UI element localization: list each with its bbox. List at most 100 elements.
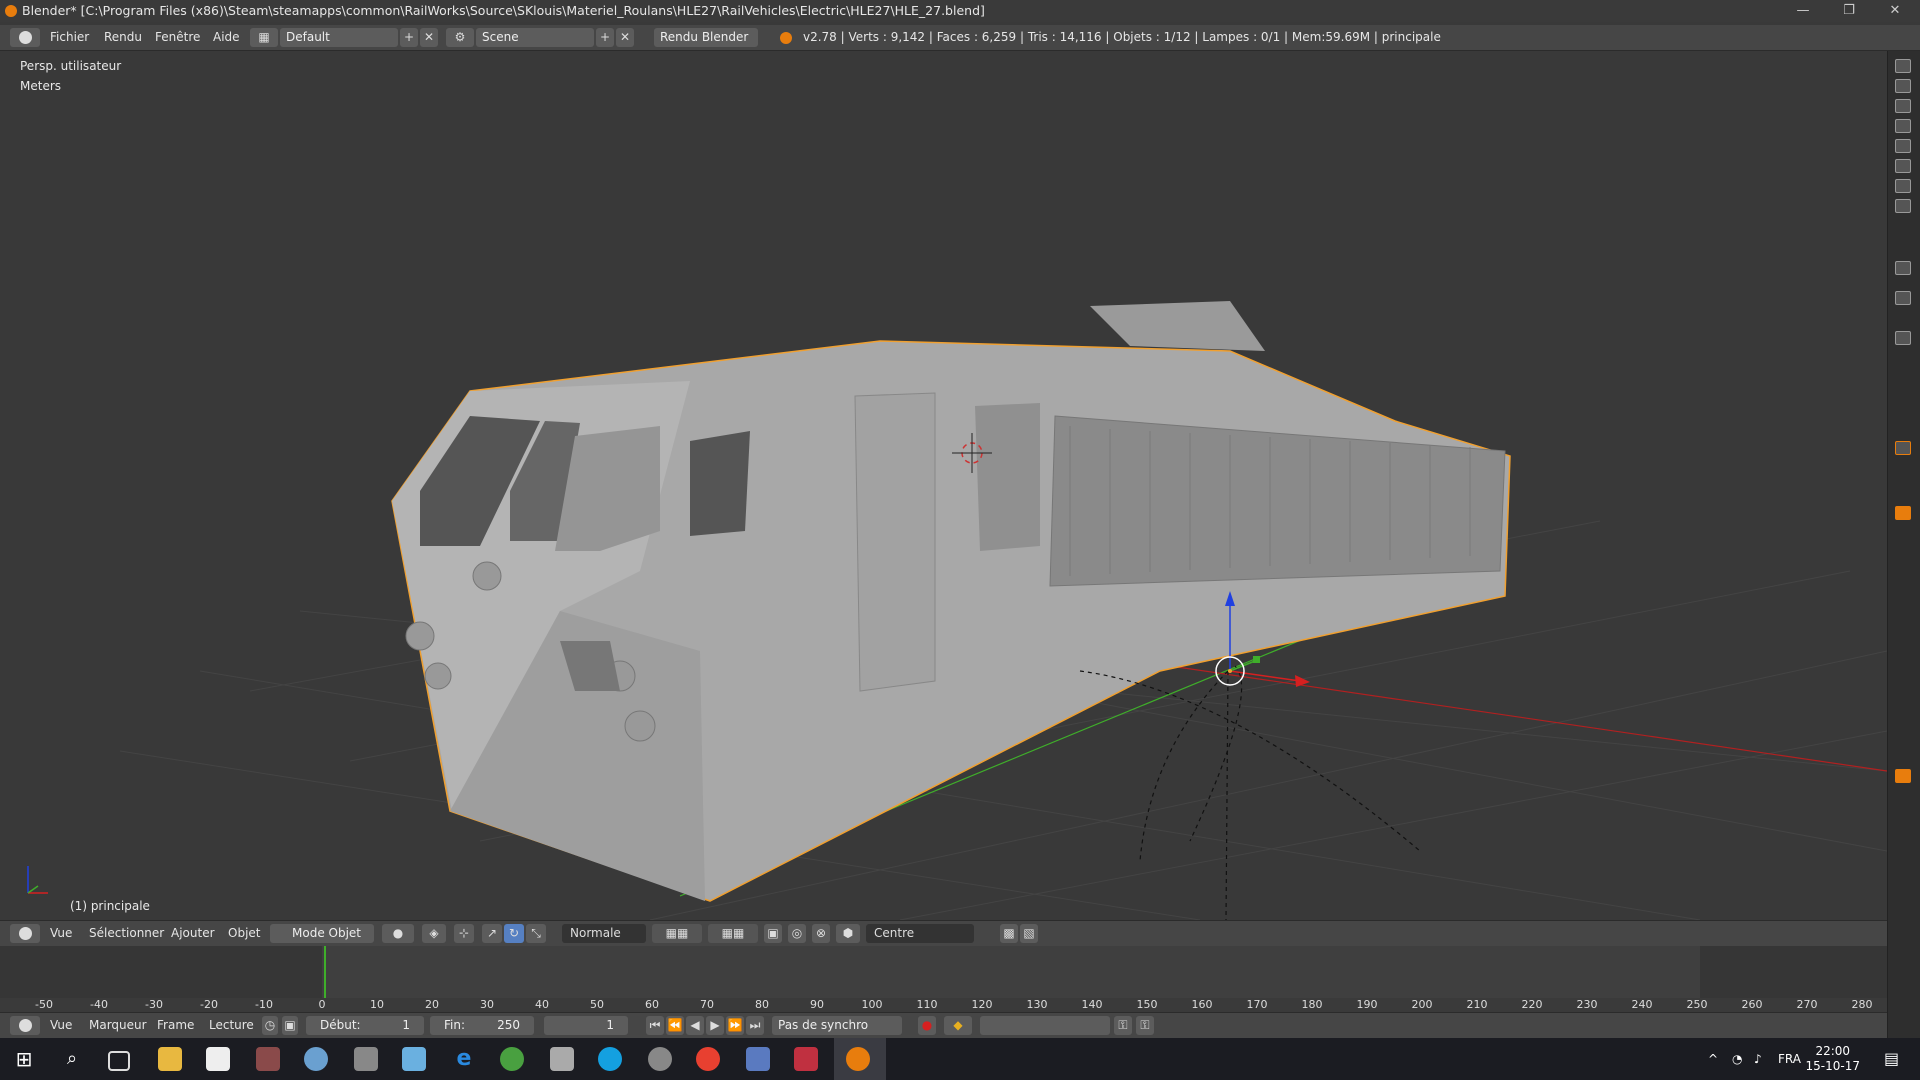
layout-selector[interactable]: Default <box>280 28 398 47</box>
outliner-item-icon[interactable] <box>1895 199 1911 213</box>
outliner-item-icon[interactable] <box>1895 79 1911 93</box>
timeline-area[interactable] <box>0 946 1887 998</box>
system-clock[interactable]: 22:00 15-10-17 <box>1806 1044 1860 1074</box>
end-frame-field[interactable]: Fin: 250 <box>430 1016 534 1035</box>
skype-icon[interactable] <box>598 1047 622 1071</box>
scale-icon[interactable]: ⤡ <box>526 924 546 943</box>
remove-layout-button[interactable]: ✕ <box>420 28 438 47</box>
screen-layout-icon[interactable]: ▦ <box>250 28 278 47</box>
snap-element-icon[interactable]: ⬢ <box>836 924 860 943</box>
menu-rendu[interactable]: Rendu <box>104 25 142 50</box>
play-reverse-icon[interactable]: ◀ <box>686 1016 704 1035</box>
jump-start-icon[interactable]: ⏮ <box>646 1016 664 1035</box>
menu-frame[interactable]: Frame <box>157 1013 194 1038</box>
proportional-edit-icon[interactable]: ◎ <box>788 924 806 943</box>
pin-icon[interactable] <box>1895 291 1911 305</box>
app-icon[interactable] <box>402 1047 426 1071</box>
outliner-item-icon[interactable] <box>1895 139 1911 153</box>
app-icon[interactable] <box>794 1047 818 1071</box>
manipulator-toggle[interactable]: ⊹ <box>454 924 474 943</box>
scene-icon[interactable]: ⚙ <box>446 28 474 47</box>
start-windows-icon[interactable]: ⊞ <box>12 1047 36 1071</box>
outliner-item-icon[interactable] <box>1895 119 1911 133</box>
snap-toggle-icon[interactable]: ⊗ <box>812 924 830 943</box>
steam-icon[interactable] <box>648 1047 672 1071</box>
language-indicator[interactable]: FRA <box>1778 1038 1801 1080</box>
transform-orientation-selector[interactable]: Normale <box>562 924 646 943</box>
menu-objet[interactable]: Objet <box>228 921 260 946</box>
properties-tab-icon[interactable] <box>1895 331 1911 345</box>
render-opengl-icon[interactable]: ▩ <box>1000 924 1018 943</box>
editor-type-button[interactable] <box>10 1016 40 1035</box>
editor-type-button[interactable] <box>10 924 40 943</box>
mode-selector[interactable]: Mode Objet <box>270 924 374 943</box>
outliner-item-icon[interactable] <box>1895 159 1911 173</box>
add-scene-button[interactable]: + <box>596 28 614 47</box>
outliner-icon[interactable] <box>1895 59 1911 73</box>
keying-set-field[interactable] <box>980 1016 1110 1035</box>
delete-keyframe-icon[interactable]: ⚿ <box>1136 1016 1154 1035</box>
store-icon[interactable] <box>206 1047 230 1071</box>
utorrent-icon[interactable] <box>500 1047 524 1071</box>
volume-icon[interactable]: ♪ <box>1754 1038 1762 1080</box>
remove-scene-button[interactable]: ✕ <box>616 28 634 47</box>
lock-range-icon[interactable]: ▣ <box>282 1016 298 1035</box>
close-button[interactable]: ✕ <box>1872 0 1918 22</box>
add-layout-button[interactable]: + <box>400 28 418 47</box>
snap-target-selector[interactable]: Centre <box>866 924 974 943</box>
current-frame-indicator[interactable] <box>324 946 326 998</box>
menu-marqueur[interactable]: Marqueur <box>89 1013 147 1038</box>
prev-keyframe-icon[interactable]: ⏪ <box>666 1016 684 1035</box>
tray-chevron-icon[interactable]: ^ <box>1708 1038 1718 1080</box>
scene-selector[interactable]: Scene <box>476 28 594 47</box>
locomotive-mesh[interactable] <box>391 301 1511 902</box>
object-icon[interactable] <box>1895 441 1911 455</box>
app-icon[interactable] <box>354 1047 378 1071</box>
sync-mode-selector[interactable]: Pas de synchro <box>772 1016 902 1035</box>
outliner-item-icon[interactable] <box>1895 179 1911 193</box>
start-frame-field[interactable]: Début: 1 <box>306 1016 424 1035</box>
current-frame-field[interactable]: 1 <box>544 1016 628 1035</box>
outliner-item-icon[interactable] <box>1895 99 1911 113</box>
app-icon[interactable] <box>304 1047 328 1071</box>
file-explorer-icon[interactable] <box>158 1047 182 1071</box>
pivot-point-button[interactable]: ◈ <box>422 924 446 943</box>
render-engine-selector[interactable]: Rendu Blender <box>654 28 758 47</box>
menu-lecture[interactable]: Lecture <box>209 1013 254 1038</box>
menu-vue[interactable]: Vue <box>50 1013 72 1038</box>
menu-fenetre[interactable]: Fenêtre <box>155 25 200 50</box>
render-anim-icon[interactable]: ▧ <box>1020 924 1038 943</box>
insert-keyframe-icon[interactable]: ⚿ <box>1114 1016 1132 1035</box>
task-view-icon[interactable] <box>108 1051 130 1071</box>
menu-selectionner[interactable]: Sélectionner <box>89 921 164 946</box>
jump-end-icon[interactable]: ⏭ <box>746 1016 764 1035</box>
network-icon[interactable]: ◔ <box>1732 1038 1742 1080</box>
layers-grid-1[interactable]: ▦▦ <box>652 924 702 943</box>
properties-icon[interactable] <box>1895 261 1911 275</box>
menu-vue[interactable]: Vue <box>50 921 72 946</box>
blender-taskbar-icon[interactable] <box>846 1047 870 1071</box>
minimize-button[interactable]: — <box>1780 0 1826 22</box>
app-icon[interactable] <box>550 1047 574 1071</box>
app-icon[interactable] <box>746 1047 770 1071</box>
timeline-editor[interactable]: -50 -40 -30 -20 -10 0 10 20 30 40 50 60 … <box>0 946 1887 1012</box>
layer-lock-icon[interactable]: ▣ <box>764 924 782 943</box>
editor-type-button[interactable] <box>10 28 40 47</box>
menu-aide[interactable]: Aide <box>213 25 240 50</box>
material-icon[interactable] <box>1895 769 1911 783</box>
play-icon[interactable]: ▶ <box>706 1016 724 1035</box>
shading-selector[interactable]: ● <box>382 924 414 943</box>
menu-ajouter[interactable]: Ajouter <box>171 921 215 946</box>
keying-icon[interactable]: ◆ <box>944 1016 972 1035</box>
next-keyframe-icon[interactable]: ⏩ <box>726 1016 744 1035</box>
chrome-icon[interactable] <box>696 1047 720 1071</box>
edge-browser-icon[interactable]: e <box>452 1047 476 1071</box>
object-data-icon[interactable] <box>1895 506 1911 520</box>
3d-viewport[interactable]: Persp. utilisateur Meters (1) principale <box>0 51 1887 920</box>
menu-fichier[interactable]: Fichier <box>50 25 89 50</box>
lamp-object[interactable] <box>1079 665 1421 920</box>
search-icon[interactable]: ⌕ <box>60 1047 84 1071</box>
app-icon[interactable] <box>256 1047 280 1071</box>
restore-button[interactable]: ❐ <box>1826 0 1872 22</box>
record-icon[interactable]: ● <box>918 1016 936 1035</box>
